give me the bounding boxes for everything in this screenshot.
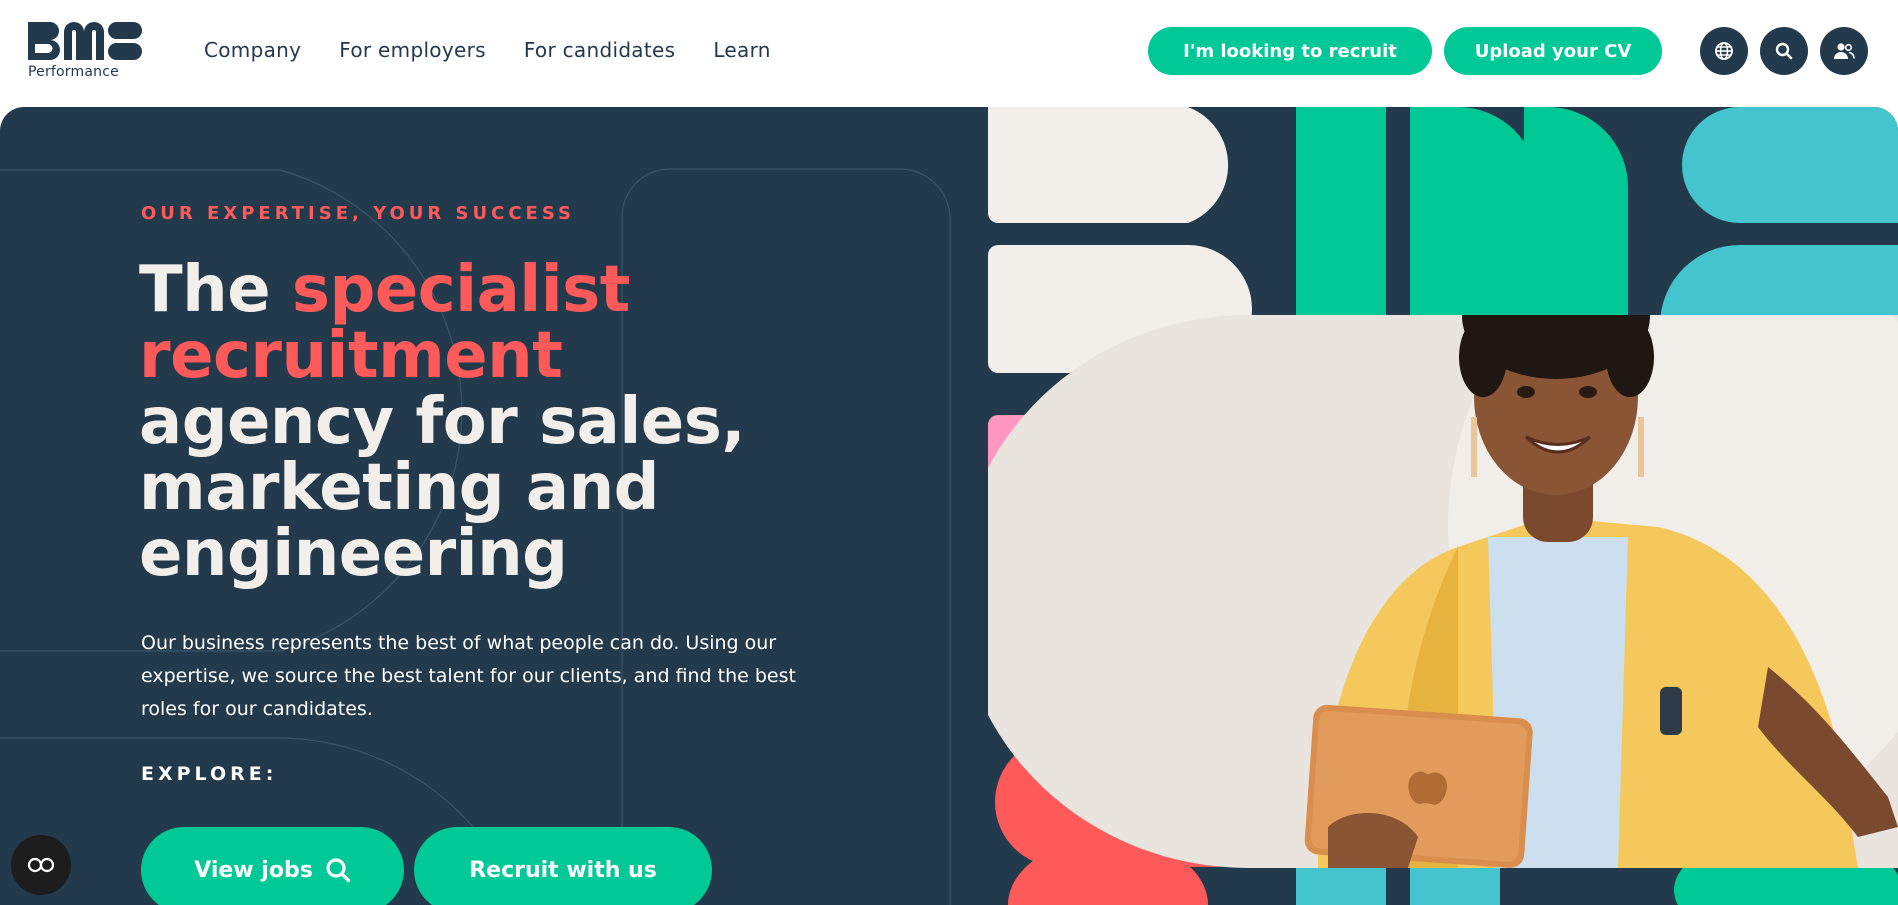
hero-intro-text: Our business represents the best of what… [141, 632, 796, 720]
globe-icon [1715, 42, 1733, 60]
nav-company[interactable]: Company [204, 38, 301, 62]
recruit-with-us-button[interactable]: Recruit with us [414, 827, 712, 905]
account-button[interactable] [1820, 27, 1868, 75]
language-button[interactable] [1700, 27, 1748, 75]
view-jobs-label: View jobs [194, 857, 313, 883]
explore-label: EXPLORE: [141, 763, 278, 785]
green-arch-1 [1410, 107, 1538, 315]
search-icon [326, 858, 350, 883]
nav-for-candidates[interactable]: For candidates [524, 38, 676, 62]
hero-section: OUR EXPERTISE, YOUR SUCCESS The speciali… [0, 107, 1898, 905]
hero-collage [988, 107, 1898, 905]
view-jobs-button[interactable]: View jobs [141, 827, 404, 905]
cream-shape-1 [988, 107, 1229, 223]
accessibility-button[interactable] [11, 835, 71, 895]
nav-learn[interactable]: Learn [713, 38, 770, 62]
nav-for-employers[interactable]: For employers [339, 38, 486, 62]
bms-logo[interactable]: Performance [28, 22, 144, 82]
main-nav: Company For employers For candidates Lea… [204, 38, 771, 62]
search-icon [1775, 42, 1793, 60]
logo-subtitle: Performance [28, 64, 119, 80]
search-button[interactable] [1760, 27, 1808, 75]
upload-cv-button[interactable]: Upload your CV [1444, 27, 1662, 75]
site-header: Performance Company For employers For ca… [0, 0, 1898, 107]
looking-to-recruit-button[interactable]: I'm looking to recruit [1148, 27, 1432, 75]
users-icon [1834, 43, 1855, 59]
headline-part-2: agency for sales, marketing and engineer… [139, 385, 746, 591]
accessibility-glasses-icon [27, 857, 55, 873]
hero-eyebrow: OUR EXPERTISE, YOUR SUCCESS [141, 203, 575, 224]
green-stripe-1 [1296, 107, 1386, 315]
hero-headline: The specialist recruitment agency for sa… [139, 257, 819, 587]
bms-logo-mark [28, 22, 142, 60]
headline-part-1: The [139, 253, 292, 327]
teal-shape-1 [1682, 107, 1898, 223]
green-arch-2 [1524, 107, 1628, 315]
